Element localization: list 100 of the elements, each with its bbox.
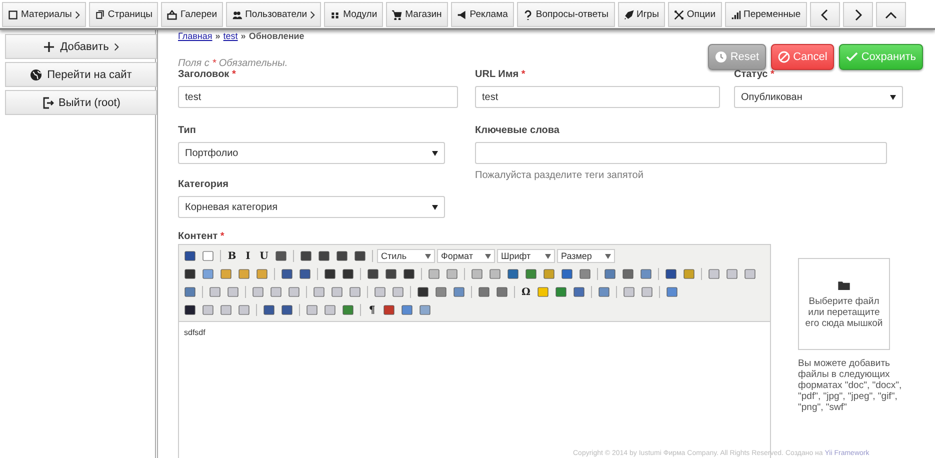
tool-icon [299, 268, 311, 280]
tool-icon [419, 304, 431, 316]
tool-icon [726, 268, 738, 280]
tool-icon [478, 286, 490, 298]
status-select[interactable]: Опубликован [734, 86, 903, 108]
toolbar-button[interactable]: B [225, 248, 239, 264]
toolbar-button[interactable] [182, 266, 198, 282]
toolbar-button[interactable] [383, 266, 399, 282]
tool-icon [331, 286, 343, 298]
tool-icon [252, 286, 264, 298]
toolbar-button[interactable] [365, 266, 381, 282]
editor-text: sdfsdf [183, 327, 206, 339]
nav-menu-button[interactable]: Модули [324, 2, 384, 27]
tool-icon [579, 268, 591, 280]
toolbar-dropdown[interactable]: Формат [437, 249, 495, 263]
sidebar-button[interactable]: Добавить [5, 34, 157, 59]
toolbar-button[interactable]: I [241, 248, 255, 264]
type-select[interactable]: Портфолио [178, 142, 445, 164]
breadcrumb-separator: » [240, 31, 246, 41]
tool-icon [555, 286, 567, 298]
tool-icon [220, 268, 232, 280]
toolbar-button[interactable] [279, 302, 295, 318]
toolbar-button[interactable] [415, 284, 431, 300]
tool-icon [342, 304, 354, 316]
nav-menu-button[interactable]: Магазин [386, 2, 448, 27]
nav-menu-button[interactable]: Реклама [450, 2, 514, 27]
grid-icon [330, 10, 340, 20]
nav-menu-button[interactable]: Вопросы-ответы [516, 2, 614, 27]
toolbar-button[interactable] [273, 248, 289, 264]
toolbar-dropdown[interactable]: Стиль [377, 249, 435, 263]
toolbar-button[interactable]: U [257, 248, 271, 264]
breadcrumb-link[interactable]: Главная [178, 31, 212, 41]
keywords-input[interactable] [475, 142, 887, 164]
collapse-button[interactable] [876, 2, 906, 27]
required-fields-note: Поля с * Обязательны. [178, 58, 288, 69]
nav-menu-button[interactable]: Пользователи [226, 2, 322, 27]
nav-menu-button[interactable]: Переменные [724, 2, 807, 27]
tool-icon [496, 286, 508, 298]
tool-icon [435, 286, 447, 298]
sidebar-button[interactable]: Выйти (root) [5, 90, 157, 115]
upload-formats-note: Вы можете добавить файлы в следующих форматах "doc", "docx", "pdf", "jpg", "jpeg", "gif", "png", "swf" [798, 359, 902, 414]
chevron-right-icon [854, 8, 862, 20]
tool-icon [640, 268, 652, 280]
file-drop-zone[interactable]: Выберите файл или перетащите его сюда мышкой [798, 258, 890, 350]
tool-icon [202, 250, 214, 262]
field-label: Контент * [178, 231, 226, 242]
url-name-input[interactable]: test [475, 86, 720, 108]
toolbar-button[interactable] [559, 266, 575, 282]
toolbar-button[interactable] [381, 302, 397, 318]
toolbar-button[interactable] [182, 248, 198, 264]
scroll-right-button[interactable] [842, 2, 873, 27]
toolbar-button[interactable] [401, 266, 417, 282]
toolbar-button[interactable]: ¶ [365, 302, 379, 318]
toolbar-button[interactable] [316, 248, 332, 264]
scroll-left-button[interactable] [810, 2, 840, 27]
toolbar-dropdown[interactable]: Шрифт [497, 249, 555, 263]
tool-icon [428, 268, 440, 280]
title-input[interactable]: test [178, 86, 458, 108]
nav-menu-button[interactable]: Страницы [88, 2, 158, 27]
tool-icon [641, 286, 653, 298]
toolbar-button[interactable] [663, 266, 679, 282]
tool-icon [202, 268, 214, 280]
toolbar-button[interactable] [352, 248, 368, 264]
tool-icon [354, 250, 366, 262]
toolbar-button[interactable] [297, 266, 313, 282]
toolbar-button[interactable] [505, 266, 521, 282]
category-select[interactable]: Корневая категория [178, 196, 445, 218]
tool-icon [401, 304, 413, 316]
toolbar-dropdown[interactable]: Размер [557, 249, 615, 263]
nav-menu-button[interactable]: Игры [618, 2, 665, 27]
plus-icon [43, 40, 56, 52]
toolbar-button[interactable] [340, 266, 356, 282]
tool-icon [383, 304, 395, 316]
tool-icon [184, 268, 196, 280]
nav-menu-button[interactable]: Материалы [2, 2, 86, 27]
question-icon [522, 10, 533, 20]
nav-menu-button[interactable]: Опции [668, 2, 722, 27]
toolbar-button[interactable]: Ω [519, 284, 533, 300]
tool-icon [238, 268, 250, 280]
toolbar-button[interactable] [322, 266, 338, 282]
tool-icon [453, 286, 465, 298]
tool-icon [238, 304, 250, 316]
field-label: Тип [178, 125, 197, 136]
chevron-right-icon [74, 10, 80, 20]
sidebar-button[interactable]: Перейти на сайт [5, 62, 157, 87]
toolbar-button[interactable] [334, 248, 350, 264]
checkmark-icon [846, 51, 858, 63]
tool-icon [184, 304, 196, 316]
breadcrumb-link[interactable]: test [223, 31, 238, 41]
tool-icon [313, 286, 325, 298]
toolbar-button[interactable] [298, 248, 314, 264]
tool-icon [403, 268, 415, 280]
tool-icon [318, 250, 330, 262]
toolbar-button[interactable] [261, 302, 277, 318]
toolbar-button[interactable] [279, 266, 295, 282]
tool-icon [446, 268, 458, 280]
toolbar-button[interactable] [182, 302, 198, 318]
nav-menu-button[interactable]: Галереи [161, 2, 224, 27]
tool-icon [385, 268, 397, 280]
tool-icon [417, 286, 429, 298]
